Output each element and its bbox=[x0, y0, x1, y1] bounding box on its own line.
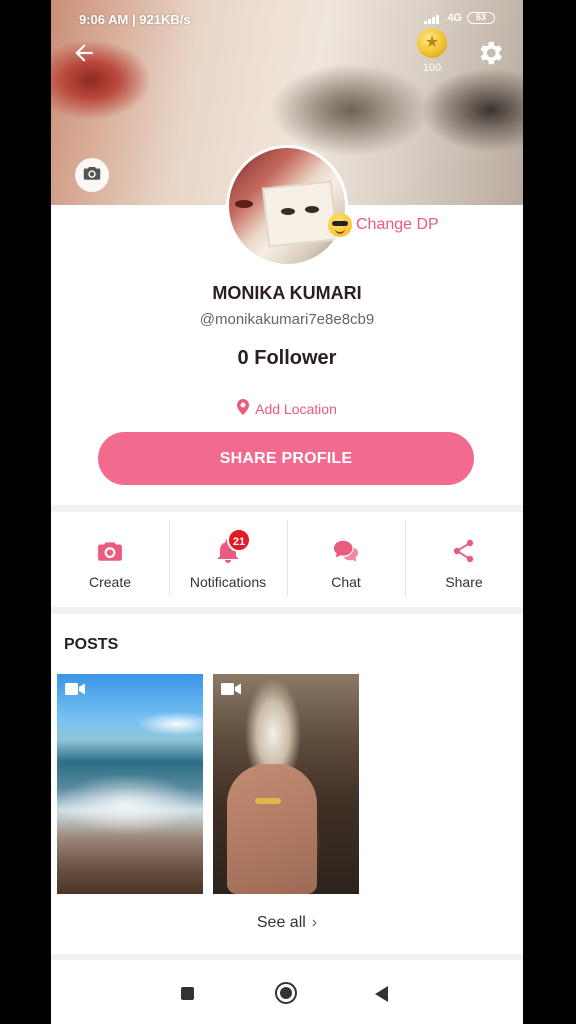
camera-icon bbox=[97, 538, 123, 564]
add-location-link[interactable]: Add Location bbox=[51, 399, 523, 418]
network-label: 4G bbox=[447, 12, 462, 24]
location-pin-icon bbox=[237, 399, 250, 418]
create-action[interactable]: Create bbox=[51, 512, 169, 607]
camera-icon bbox=[83, 165, 101, 186]
share-profile-button[interactable]: SHARE PROFILE bbox=[98, 432, 474, 485]
profile-handle: @monikakumari7e8e8cb9 bbox=[199, 311, 375, 328]
gear-icon[interactable] bbox=[475, 38, 505, 68]
status-indicators: 4G 63 bbox=[424, 12, 495, 24]
system-nav-bar bbox=[51, 960, 523, 1024]
share-label: Share bbox=[445, 574, 483, 590]
notifications-label: Notifications bbox=[189, 574, 267, 590]
chat-action[interactable]: Chat bbox=[287, 512, 405, 607]
status-bar: 9:06 AM | 921KB/s 4G 63 bbox=[51, 10, 523, 30]
recents-square-icon[interactable] bbox=[181, 987, 194, 1000]
sunglasses-emoji-icon bbox=[328, 213, 352, 237]
change-dp-button[interactable]: Change DP bbox=[328, 213, 439, 237]
signal-icon bbox=[424, 13, 442, 24]
create-label: Create bbox=[88, 574, 132, 590]
profile-screen: 9:06 AM | 921KB/s 4G 63 ★ 100 Change DP … bbox=[51, 0, 523, 1024]
battery-icon: 63 bbox=[467, 12, 495, 24]
cover-camera-button[interactable] bbox=[75, 158, 109, 192]
add-location-label: Add Location bbox=[255, 400, 337, 417]
notifications-action[interactable]: 21 Notifications bbox=[169, 512, 287, 607]
coin-count: 100 bbox=[422, 62, 442, 74]
status-time: 9:06 AM | 921KB/s bbox=[79, 12, 191, 27]
chat-label: Chat bbox=[331, 574, 361, 590]
post-thumbnail[interactable] bbox=[213, 674, 359, 894]
home-circle-icon[interactable] bbox=[275, 982, 297, 1004]
change-dp-label: Change DP bbox=[356, 216, 439, 233]
back-triangle-icon[interactable] bbox=[375, 986, 388, 1002]
star-coin-icon[interactable]: ★ bbox=[417, 28, 447, 58]
posts-section: POSTS See all › bbox=[51, 614, 523, 954]
see-all-label: See all bbox=[256, 914, 306, 931]
share-icon bbox=[451, 538, 477, 564]
avatar[interactable] bbox=[226, 145, 348, 267]
actions-row: Create 21 Notifications Chat Share bbox=[51, 512, 523, 607]
back-arrow-icon[interactable] bbox=[71, 40, 97, 66]
video-camera-icon bbox=[65, 682, 85, 695]
notification-badge: 21 bbox=[227, 528, 251, 552]
posts-title: POSTS bbox=[64, 636, 119, 653]
chat-bubbles-icon bbox=[333, 538, 359, 564]
chevron-right-icon: › bbox=[311, 914, 318, 931]
post-thumbnail[interactable] bbox=[57, 674, 203, 894]
see-all-link[interactable]: See all › bbox=[51, 914, 523, 932]
follower-count[interactable]: 0 Follower bbox=[51, 347, 523, 370]
profile-name: MONIKA KUMARI bbox=[212, 283, 362, 303]
share-action[interactable]: Share bbox=[405, 512, 523, 607]
video-camera-icon bbox=[221, 682, 241, 695]
